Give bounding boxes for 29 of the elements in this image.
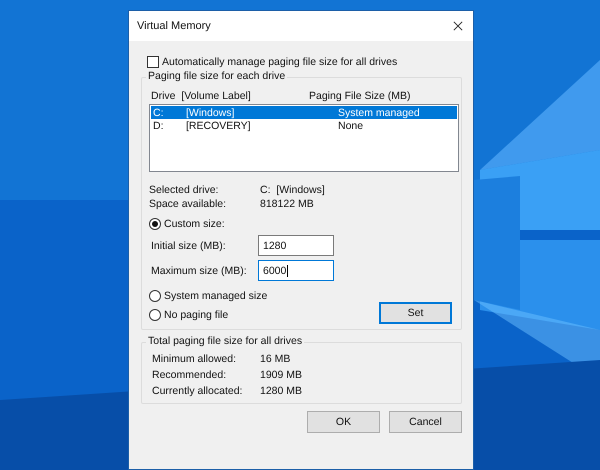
- total-value: 16 MB: [260, 353, 292, 365]
- cancel-button[interactable]: Cancel: [389, 411, 462, 433]
- total-value: 1909 MB: [260, 369, 304, 381]
- column-header: Paging File Size (MB): [309, 90, 411, 102]
- total-label: Minimum allowed:: [152, 353, 238, 365]
- checkbox-label: Automatically manage paging file size for all drives: [162, 56, 398, 68]
- info-label: Selected drive:: [149, 184, 220, 196]
- radio-label: No paging file: [164, 308, 228, 320]
- window-title: Virtual Memory: [137, 20, 211, 32]
- drive-row[interactable]: D: [RECOVERY] None: [151, 119, 457, 132]
- field-label: Maximum size (MB):: [151, 264, 248, 276]
- drive-list[interactable]: C: [Windows] System managed D: [RECOVERY] None: [149, 104, 459, 172]
- ok-button[interactable]: OK: [307, 411, 380, 433]
- drive-row[interactable]: C: [Windows] System managed: [151, 106, 457, 119]
- total-value: 1280 MB: [260, 385, 304, 397]
- input-field[interactable]: 1280: [258, 235, 334, 256]
- set-button[interactable]: Set: [379, 302, 452, 324]
- group-title: Total paging file size for all drives: [146, 335, 304, 347]
- radio-label: System managed size: [164, 290, 268, 302]
- total-label: Currently allocated:: [152, 385, 244, 397]
- group-title: Paging file size for each drive: [146, 70, 288, 82]
- info-value: 818122 MB: [260, 198, 315, 210]
- input-field[interactable]: 6000: [258, 260, 334, 281]
- info-label: Space available:: [149, 198, 228, 210]
- total-label: Recommended:: [152, 369, 228, 381]
- info-value: C: [Windows]: [260, 184, 326, 196]
- column-header: Drive [Volume Label]: [151, 90, 252, 102]
- field-label: Initial size (MB):: [151, 240, 227, 252]
- radio-label: Custom size:: [164, 218, 225, 230]
